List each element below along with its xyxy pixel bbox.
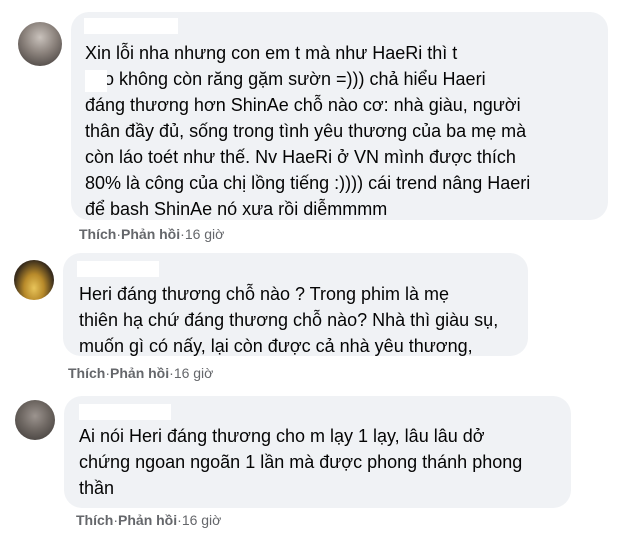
avatar[interactable] [14,260,54,300]
timestamp-link[interactable]: 16 giờ [182,512,222,528]
reply-button[interactable]: Phản hồi [110,365,169,381]
reply-button[interactable]: Phản hồi [118,512,177,528]
comment-text: Ai nói Heri đáng thương cho m lạy 1 lạy,… [79,426,523,498]
like-button[interactable]: Thích [76,512,113,528]
comment-text: Heri đáng thương chỗ nào ? Trong phim là… [79,284,499,356]
comment-actions: Thích · Phản hồi · 16 giờ [76,512,221,528]
like-button[interactable]: Thích [68,365,105,381]
redacted-author-name [84,18,178,34]
timestamp-link[interactable]: 16 giờ [174,365,214,381]
comment-actions: Thích · Phản hồi · 16 giờ [68,365,213,381]
redacted-author-name [79,404,171,420]
reply-button[interactable]: Phản hồi [121,226,180,242]
comment-text: Xin lỗi nha nhưng con em t mà như HaeRi … [85,43,531,219]
timestamp-link[interactable]: 16 giờ [185,226,225,242]
redacted-word [85,70,107,92]
avatar[interactable] [15,400,55,440]
comment-actions: Thích · Phản hồi · 16 giờ [79,226,224,242]
like-button[interactable]: Thích [79,226,116,242]
redacted-author-name [77,261,159,277]
avatar[interactable] [18,22,62,66]
